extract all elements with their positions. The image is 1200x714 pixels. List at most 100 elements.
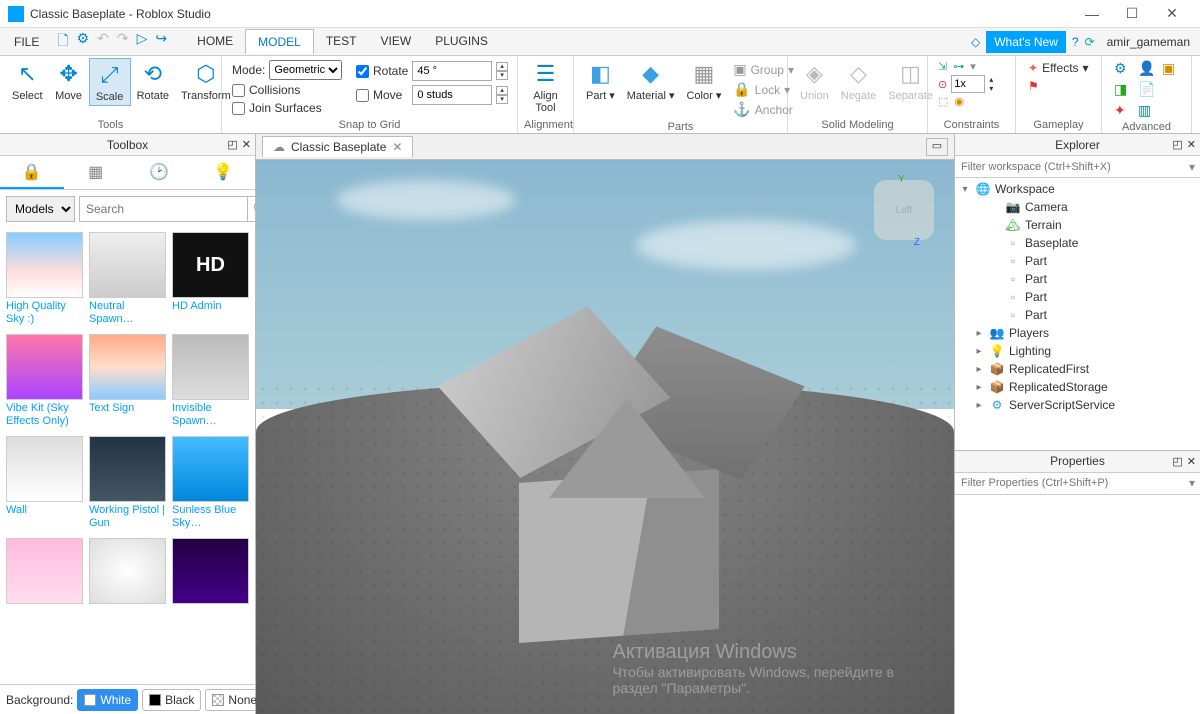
constraint-icon[interactable]: ⇲ (938, 60, 947, 73)
tab-home[interactable]: HOME (185, 29, 245, 54)
spawn-button[interactable]: ⚑ (1026, 78, 1091, 94)
tree-node[interactable]: ▸📦ReplicatedFirst (955, 360, 1200, 378)
adv-icon-6[interactable]: ✦ (1114, 102, 1134, 119)
tree-node[interactable]: ▫Part (955, 306, 1200, 324)
anchor-button[interactable]: ⚓Anchor (731, 100, 796, 119)
collapse-ribbon-icon[interactable]: ◇ (971, 35, 980, 49)
tree-node[interactable]: ▫Part (955, 270, 1200, 288)
arrow-icon[interactable]: ↪ (155, 30, 167, 54)
undo-icon[interactable]: ↶ (97, 30, 109, 54)
adv-icon-4[interactable]: ◨ (1114, 81, 1134, 98)
move-value-input[interactable] (412, 85, 492, 105)
show-icon[interactable]: ⬚ (938, 95, 948, 108)
toolbox-item[interactable]: Wall (6, 436, 83, 532)
bg-white[interactable]: White (77, 689, 138, 711)
help-icon[interactable]: ? (1072, 35, 1079, 49)
adv-icon-1[interactable]: ⚙ (1114, 60, 1134, 77)
sync-icon[interactable]: ⟳ (1085, 35, 1095, 49)
tree-node[interactable]: ▸💡Lighting (955, 342, 1200, 360)
tree-node[interactable]: ▸⚙ServerScriptService (955, 396, 1200, 414)
tree-node[interactable]: 🏔Terrain (955, 216, 1200, 234)
weld-icon[interactable]: ⊶ (953, 60, 964, 73)
explorer-filter-input[interactable] (955, 161, 1184, 173)
toolbox-item[interactable]: Text Sign (89, 334, 166, 430)
tree-node[interactable]: ▫Part (955, 288, 1200, 306)
bg-black[interactable]: Black (142, 689, 201, 711)
tree-node[interactable]: ▫Baseplate (955, 234, 1200, 252)
file-menu[interactable]: FILE (4, 31, 49, 53)
toolbox-item[interactable] (172, 538, 249, 634)
close-panel-icon[interactable]: ✕ (242, 138, 251, 151)
select-button[interactable]: ↖Select (6, 58, 49, 106)
scale-button[interactable]: ⤢Scale (89, 58, 131, 106)
group-button[interactable]: ▣Group ▾ (731, 60, 796, 79)
close-button[interactable]: ✕ (1152, 0, 1192, 28)
adv-icon-3[interactable]: ▣ (1162, 60, 1182, 77)
orientation-gizmo[interactable]: Left ZY (874, 180, 934, 240)
effects-button[interactable]: ✦Effects ▾ (1026, 60, 1091, 76)
rotate-value-input[interactable] (412, 61, 492, 81)
user-label[interactable]: amir_gameman (1101, 35, 1196, 49)
adv-icon-5[interactable]: 📄 (1138, 81, 1158, 98)
join-surfaces-checkbox[interactable]: Join Surfaces (232, 100, 342, 116)
part-button[interactable]: ◧Part ▾ (580, 58, 621, 121)
constraint-scale-input[interactable] (951, 75, 985, 93)
whats-new-button[interactable]: What's New (986, 31, 1066, 53)
inventory-tab[interactable]: ▦ (64, 156, 128, 189)
adv-icon-7[interactable]: ▥ (1138, 102, 1158, 119)
align-tool-button[interactable]: ☰Align Tool (524, 58, 567, 116)
move-button[interactable]: ✥Move (49, 58, 89, 106)
mode-select[interactable]: Geometric (269, 60, 342, 80)
toolbox-item[interactable]: HDHD Admin (172, 232, 249, 328)
minimize-button[interactable]: — (1072, 0, 1112, 28)
detail-icon[interactable]: ◉ (954, 95, 964, 108)
close-tab-icon[interactable]: ✕ (392, 140, 402, 154)
recent-tab[interactable]: 🕑 (128, 156, 192, 189)
maximize-button[interactable]: ☐ (1112, 0, 1152, 28)
toolbox-item[interactable]: Invisible Spawn… (172, 334, 249, 430)
play-icon[interactable]: ▷ (137, 30, 148, 54)
menubar: FILE 🗋 ⚙ ↶ ↷ ▷ ↪ HOME MODEL TEST VIEW PL… (0, 28, 1200, 56)
negate-button[interactable]: ◇Negate (835, 58, 882, 104)
toolbox-panel: Toolbox ◰✕ 🔒 ▦ 🕑 💡 Models 🔍 ≡ High Quali… (0, 134, 256, 714)
toolbox-item[interactable]: High Quality Sky :) (6, 232, 83, 328)
properties-filter-input[interactable] (955, 477, 1184, 489)
creations-tab[interactable]: 💡 (191, 156, 255, 189)
toolbox-item[interactable]: Working Pistol | Gun (89, 436, 166, 532)
adv-icon-2[interactable]: 👤 (1138, 60, 1158, 77)
collisions-checkbox[interactable]: Collisions (232, 82, 342, 98)
tree-node[interactable]: 📷Camera (955, 198, 1200, 216)
redo-icon[interactable]: ↷ (117, 30, 129, 54)
tab-plugins[interactable]: PLUGINS (423, 29, 500, 54)
tree-node[interactable]: ▸👥Players (955, 324, 1200, 342)
move-checkbox[interactable]: Move ▴▾ (356, 84, 508, 106)
toolbox-item[interactable]: Neutral Spawn… (89, 232, 166, 328)
category-select[interactable]: Models (6, 196, 75, 222)
color-button[interactable]: ▦Color ▾ (680, 58, 727, 121)
tree-node[interactable]: ▫Part (955, 252, 1200, 270)
rotate-button[interactable]: ⟲Rotate (131, 58, 175, 106)
rotate-checkbox[interactable]: Rotate ▴▾ (356, 60, 508, 82)
open-icon[interactable]: 🗋 (57, 30, 68, 54)
tab-view[interactable]: VIEW (369, 29, 424, 54)
search-input[interactable] (80, 197, 247, 221)
union-button[interactable]: ◈Union (794, 58, 835, 104)
world-icon[interactable]: ⚙ (77, 30, 90, 54)
main: Toolbox ◰✕ 🔒 ▦ 🕑 💡 Models 🔍 ≡ High Quali… (0, 134, 1200, 714)
axis-icon[interactable]: ⊙ (938, 78, 947, 91)
material-button[interactable]: ◆Material ▾ (621, 58, 681, 121)
tree-node[interactable]: ▾🌐Workspace (955, 180, 1200, 198)
tab-test[interactable]: TEST (314, 29, 369, 54)
toolbox-item[interactable] (89, 538, 166, 634)
maximize-viewport[interactable]: ▭ (926, 138, 948, 156)
scene-3d[interactable]: Left ZY Активация Windows Чтобы активиро… (256, 160, 954, 714)
scene-tab[interactable]: ☁Classic Baseplate✕ (262, 136, 413, 157)
tree-node[interactable]: ▸📦ReplicatedStorage (955, 378, 1200, 396)
toolbox-item[interactable]: Vibe Kit (Sky Effects Only) (6, 334, 83, 430)
tab-model[interactable]: MODEL (245, 29, 314, 54)
undock-icon[interactable]: ◰ (227, 138, 237, 151)
lock-button[interactable]: 🔒Lock ▾ (731, 80, 796, 99)
toolbox-item[interactable] (6, 538, 83, 634)
toolbox-item[interactable]: Sunless Blue Sky… (172, 436, 249, 532)
marketplace-tab[interactable]: 🔒 (0, 156, 64, 189)
